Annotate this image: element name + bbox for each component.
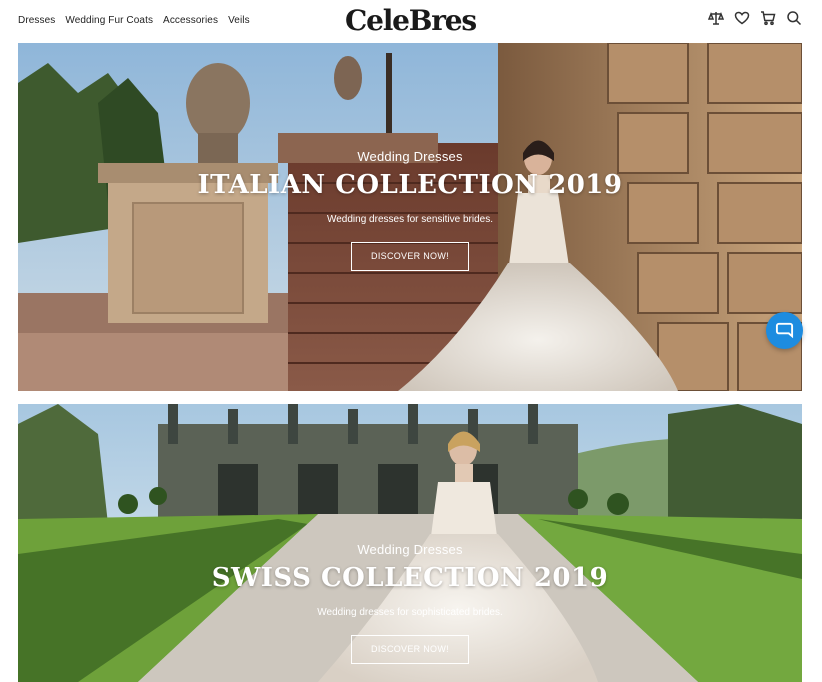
chat-bubble-icon bbox=[775, 322, 794, 339]
header-icons bbox=[707, 10, 802, 26]
cart-icon[interactable] bbox=[760, 10, 776, 26]
banner-title: ITALIAN COLLECTION 2019 bbox=[197, 170, 623, 200]
discover-now-button[interactable]: DISCOVER NOW! bbox=[351, 635, 469, 664]
main-nav: Dresses Wedding Fur Coats Accessories Ve… bbox=[18, 15, 250, 26]
banner-subtitle: Wedding dresses for sophisticated brides… bbox=[317, 607, 503, 618]
banner-caption: Wedding Dresses SWISS COLLECTION 2019 We… bbox=[18, 542, 802, 664]
site-logo[interactable]: CeleBres bbox=[345, 2, 477, 40]
nav-link-accessories[interactable]: Accessories bbox=[163, 15, 218, 26]
banner-subtitle: Wedding dresses for sensitive brides. bbox=[326, 214, 493, 225]
heart-icon[interactable] bbox=[734, 10, 750, 26]
banner-caption: Wedding Dresses ITALIAN COLLECTION 2019 … bbox=[18, 149, 802, 271]
discover-now-button[interactable]: DISCOVER NOW! bbox=[351, 242, 469, 271]
banner-kicker: Wedding Dresses bbox=[357, 149, 463, 164]
nav-link-wedding-fur-coats[interactable]: Wedding Fur Coats bbox=[65, 15, 153, 26]
hero-banner-swiss[interactable]: Wedding Dresses SWISS COLLECTION 2019 We… bbox=[18, 404, 802, 682]
compare-scale-icon[interactable] bbox=[707, 10, 725, 26]
banner-title: SWISS COLLECTION 2019 bbox=[211, 563, 609, 593]
site-header: Dresses Wedding Fur Coats Accessories Ve… bbox=[0, 0, 822, 42]
banner-kicker: Wedding Dresses bbox=[357, 542, 463, 557]
search-icon[interactable] bbox=[786, 10, 802, 26]
nav-link-veils[interactable]: Veils bbox=[228, 15, 250, 26]
nav-link-dresses[interactable]: Dresses bbox=[18, 15, 55, 26]
hero-banner-italian[interactable]: Wedding Dresses ITALIAN COLLECTION 2019 … bbox=[18, 43, 802, 391]
chat-button[interactable] bbox=[766, 312, 803, 349]
